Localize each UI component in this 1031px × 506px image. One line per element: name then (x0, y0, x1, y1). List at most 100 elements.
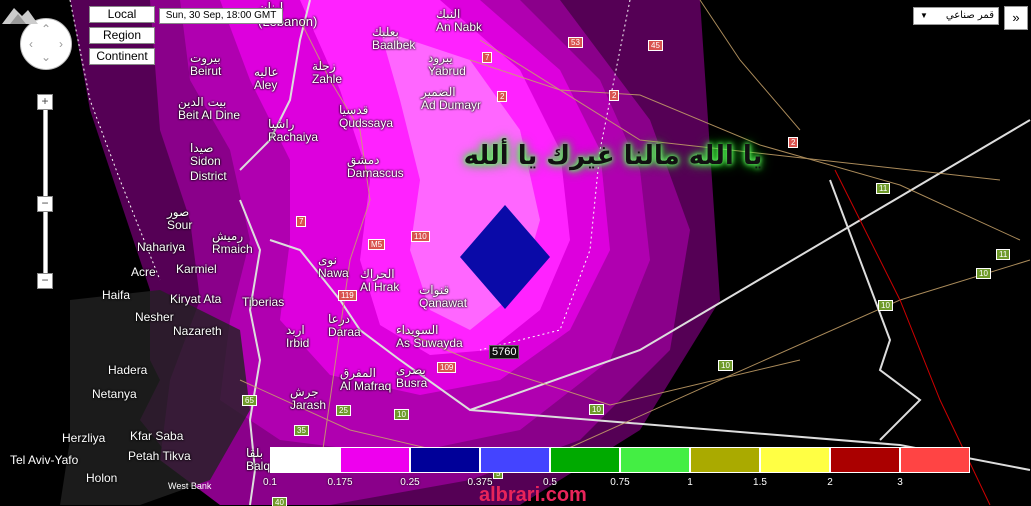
scope-continent-button[interactable]: Continent (89, 48, 155, 65)
city-name-english: Aley (254, 78, 278, 92)
forecast-timestamp: Sun, 30 Sep, 18:00 GMT (159, 8, 283, 24)
city-name-english: Beirut (190, 64, 222, 78)
city-label: Kiryat Ata (170, 293, 221, 306)
road-number-badge: 10 (976, 268, 991, 279)
city-name-english: Qanawat (419, 296, 468, 310)
city-label: Haifa (102, 289, 130, 302)
city-name-english: Kiryat Ata (170, 292, 222, 306)
city-name-english: Nahariya (137, 240, 186, 254)
legend-tick-label: 1 (687, 477, 693, 488)
city-name-english: Rachaiya (268, 130, 319, 144)
city-label: صور Sour (167, 206, 192, 232)
city-name-english: Baalbek (372, 38, 416, 52)
city-name-english: Herzliya (62, 431, 106, 445)
road-number-badge: 11 (996, 249, 1011, 260)
city-name-english: Karmiel (176, 262, 217, 276)
legend-tick-label: 0.25 (400, 477, 420, 488)
city-name-english: District (190, 169, 227, 183)
road-number-badge: 119 (338, 290, 357, 301)
zoom-slider-handle[interactable]: − (37, 196, 53, 212)
city-name-english: Nazareth (173, 324, 222, 338)
city-name-english: Al Mafraq (340, 379, 392, 393)
city-name-english: Busra (396, 376, 428, 390)
city-label: Acre (131, 266, 156, 279)
legend-tick-label: 3 (897, 477, 903, 488)
region-label: West Bank (168, 481, 212, 491)
city-name-english: Ad Dumayr (421, 98, 482, 112)
chevron-down-icon: ▼ (920, 11, 928, 20)
pan-left-icon[interactable]: ‹ (25, 38, 37, 50)
city-label: السويداء As Suwayda (396, 324, 463, 350)
legend-swatch (620, 447, 690, 473)
layer-select[interactable]: ▼ قمر صناعي (913, 7, 999, 25)
city-name-english: Rmaich (212, 242, 253, 256)
city-label: راشيا Rachaiya (268, 118, 318, 144)
collapse-button[interactable]: » (1004, 6, 1028, 30)
zoom-slider[interactable] (43, 100, 48, 282)
layer-select-value: قمر صناعي (945, 10, 994, 21)
city-name-english: Damascus (347, 166, 404, 180)
city-label: زحلة Zahle (312, 60, 342, 86)
city-label: جرش Jarash (290, 386, 326, 412)
city-label: Herzliya (62, 432, 105, 445)
legend-tick-label: 1.5 (753, 477, 767, 488)
pan-down-icon[interactable]: ⌄ (40, 51, 52, 63)
city-label: يبرود Yabrud (428, 52, 466, 78)
city-name-english: Hadera (108, 363, 148, 377)
city-name-english: Yabrud (428, 64, 466, 78)
city-name-english: Irbid (286, 336, 310, 350)
legend-tick-label: 2 (827, 477, 833, 488)
city-label: الحراك Al Hrak (360, 268, 399, 294)
legend-swatch (830, 447, 900, 473)
road-number-badge: 2 (497, 91, 508, 102)
road-number-badge: M5 (368, 239, 386, 250)
city-label: بيت الدين Beit Al Dine (178, 96, 240, 122)
legend-swatch (690, 447, 760, 473)
legend-tick-label: 0.1 (263, 477, 277, 488)
pan-up-icon[interactable]: ⌃ (40, 23, 52, 35)
city-name-english: Sidon (190, 154, 221, 168)
legend-swatch (760, 447, 830, 473)
city-name-english: Daraa (328, 325, 361, 339)
city-name-english: Beit Al Dine (178, 108, 241, 122)
zoom-out-button[interactable]: − (37, 273, 53, 289)
road-number-badge: 45 (648, 40, 663, 51)
road-number-badge: 2 (609, 90, 620, 101)
city-label: المفرق Al Mafraq (340, 367, 391, 393)
road-number-badge: 10 (589, 404, 604, 415)
city-label: Kfar Saba (130, 430, 183, 443)
city-name-english: Nesher (135, 310, 174, 324)
pan-right-icon[interactable]: › (55, 38, 67, 50)
scope-region-button[interactable]: Region (89, 27, 155, 44)
road-number-badge: 35 (294, 425, 309, 436)
city-label: Tiberias (242, 296, 284, 309)
contour-value-label: 5760 (489, 345, 520, 359)
road-number-badge: 109 (437, 362, 457, 373)
logo-icon (2, 8, 38, 24)
city-label: Netanya (92, 388, 137, 401)
legend-swatch (550, 447, 620, 473)
zoom-in-button[interactable]: + (37, 94, 53, 110)
scope-local-button[interactable]: Local (89, 6, 155, 23)
weather-map[interactable]: يا الله مالنا غيرك يا ألله 5760 لبنان(Le… (0, 0, 1031, 506)
legend-tick-label: 0.75 (610, 477, 630, 488)
city-label: Nazareth (173, 325, 222, 338)
city-name-english: Nawa (318, 266, 349, 280)
city-label: بصرى Busra (396, 364, 427, 390)
legend-tick-label: 0.175 (327, 477, 353, 488)
city-name-english: Al Hrak (360, 280, 400, 294)
city-label: Nesher (135, 311, 174, 324)
road-number-badge: 11 (876, 183, 891, 194)
city-label: Hadera (108, 364, 147, 377)
city-label: درعا Daraa (328, 313, 361, 339)
city-label: الضمير Ad Dumayr (421, 86, 481, 112)
city-name-english: Kfar Saba (130, 429, 184, 443)
city-name-english: Zahle (312, 72, 343, 86)
city-label: رميش Rmaich (212, 230, 253, 256)
watermark: albrari.com (479, 484, 587, 506)
legend-scalebar: 0.1 0.175 0.25 0.375 0.5 0.75 1 1.5 2 3 (62, 447, 974, 488)
city-label: اربد Irbid (286, 324, 309, 350)
road-number-badge: 10 (718, 360, 733, 371)
city-name-english: Sour (167, 218, 193, 232)
legend-swatch (480, 447, 550, 473)
